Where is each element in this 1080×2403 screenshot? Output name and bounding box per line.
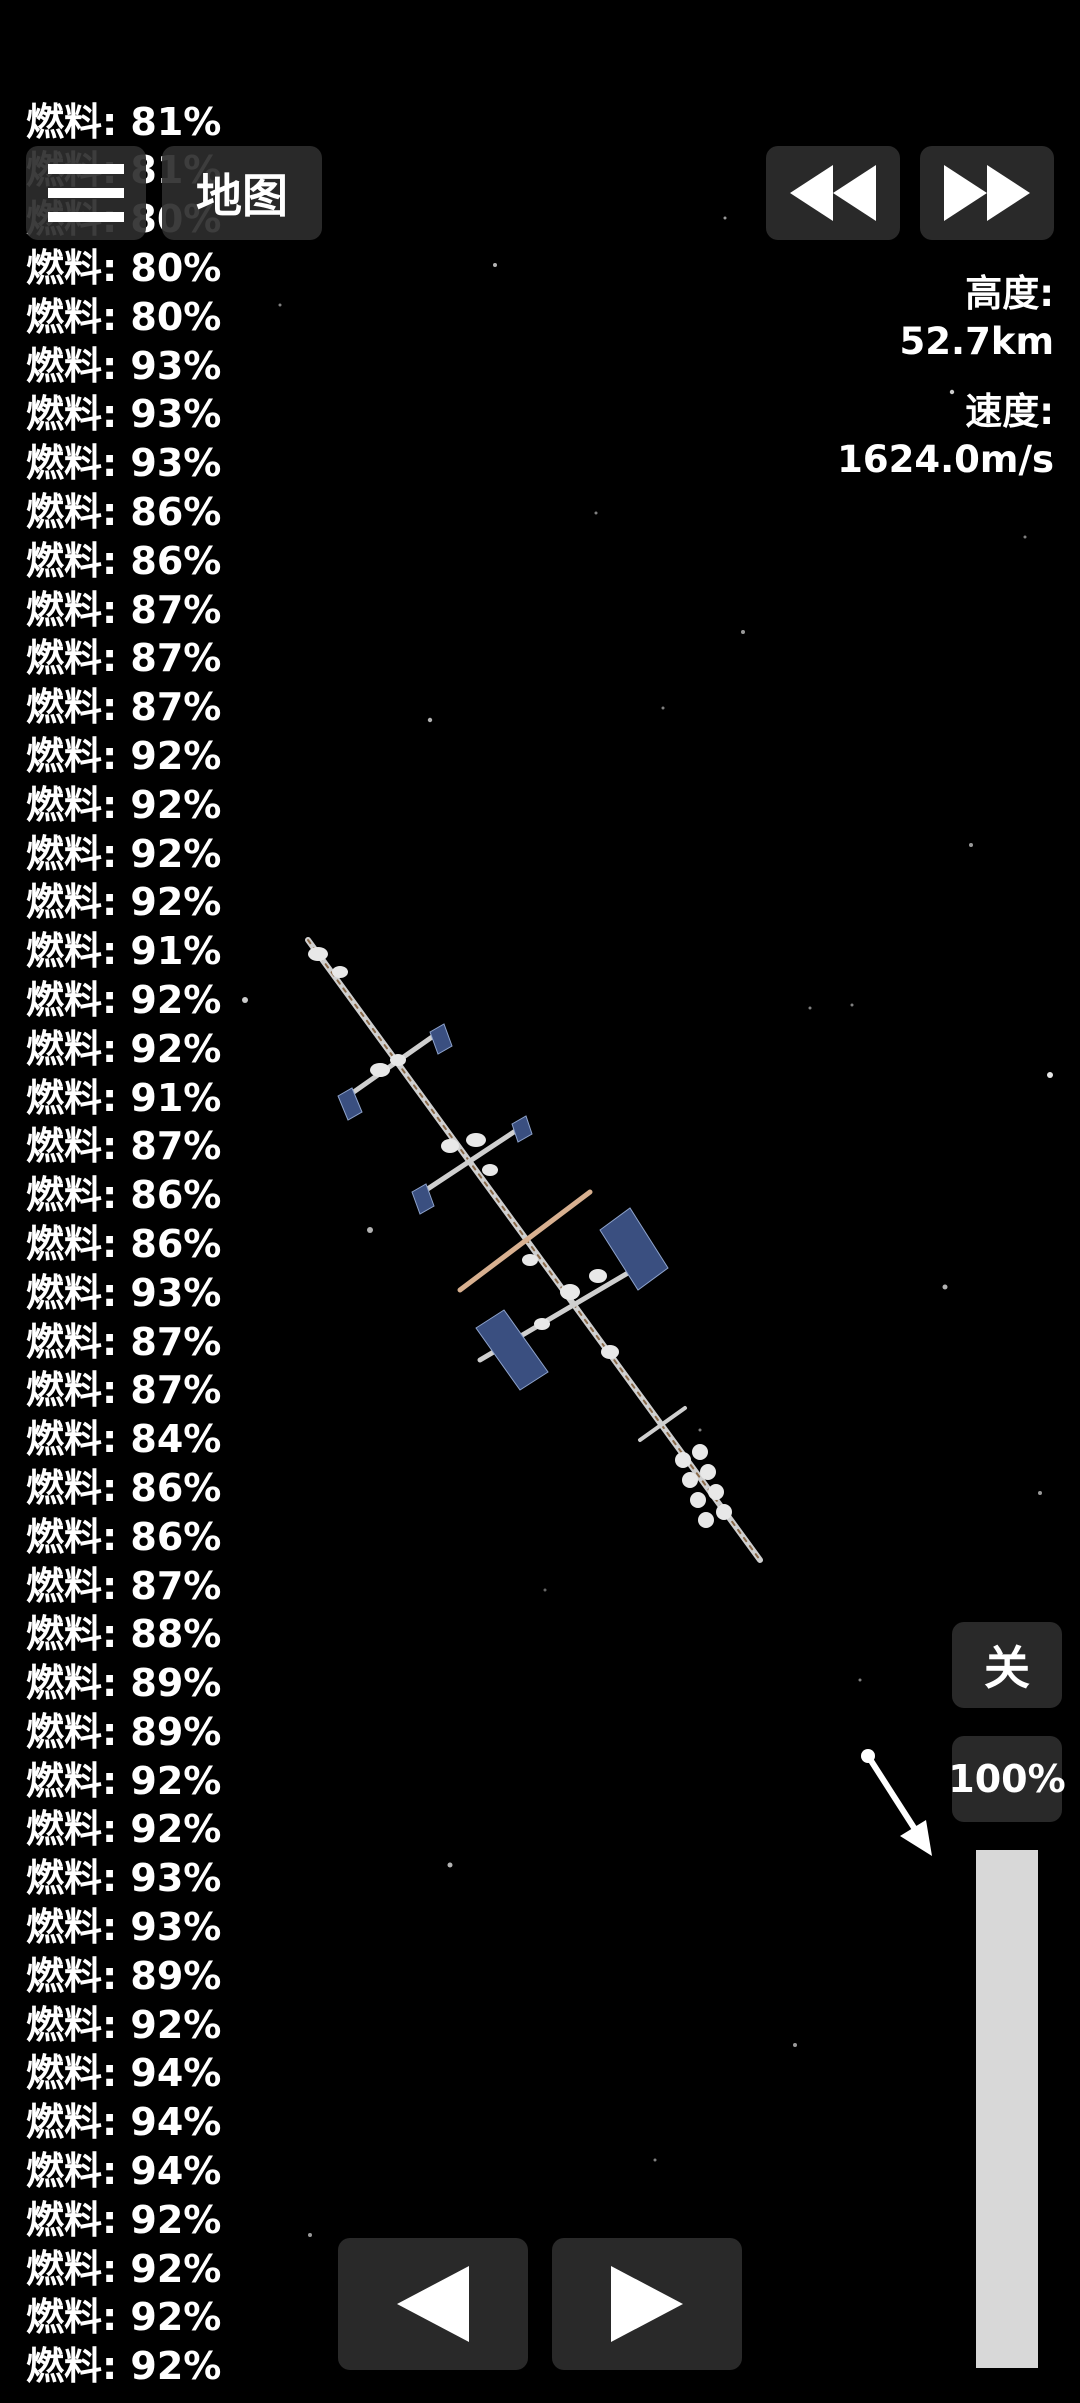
speed-value: 1624.0m/s <box>837 438 1054 481</box>
fuel-readout: 燃料: 86% <box>26 1173 222 1218</box>
fuel-readout: 燃料: 93% <box>26 1905 222 1950</box>
fuel-readout: 燃料: 94% <box>26 2149 222 2194</box>
fuel-readout: 燃料: 92% <box>26 2344 222 2389</box>
fuel-readout: 燃料: 86% <box>26 538 222 583</box>
rewind-icon <box>790 165 876 221</box>
speed-label: 速度: <box>965 390 1054 433</box>
fuel-readout: 燃料: 92% <box>26 1807 222 1852</box>
altitude-value: 52.7km <box>899 320 1054 363</box>
rotate-left-button[interactable] <box>338 2238 528 2370</box>
rotate-right-button[interactable] <box>552 2238 742 2370</box>
fuel-readout: 燃料: 89% <box>26 1953 222 1998</box>
altitude-readout: 高度: 52.7km <box>900 270 1054 366</box>
throttle-percent-button[interactable]: 100% <box>948 1736 1066 1822</box>
fuel-readout: 燃料: 92% <box>26 2295 222 2340</box>
fuel-readout: 燃料: 80% <box>26 294 222 339</box>
fuel-readout: 燃料: 87% <box>26 636 222 681</box>
space-station-craft <box>305 937 763 1563</box>
fuel-readout: 燃料: 80% <box>26 245 222 290</box>
fuel-readout: 燃料: 86% <box>26 489 222 534</box>
map-button[interactable]: 地图 <box>162 146 322 240</box>
fuel-readout: 燃料: 86% <box>26 1514 222 1559</box>
fuel-readout: 燃料: 92% <box>26 733 222 778</box>
speed-readout: 速度: 1624.0m/s <box>837 388 1054 484</box>
fuel-readout: 燃料: 93% <box>26 1270 222 1315</box>
fuel-readout: 燃料: 93% <box>26 1856 222 1901</box>
fuel-readout: 燃料: 92% <box>26 2246 222 2291</box>
fuel-readout: 燃料: 92% <box>26 1026 222 1071</box>
fuel-readout: 燃料: 92% <box>26 831 222 876</box>
fuel-readout: 燃料: 87% <box>26 685 222 730</box>
fuel-readout: 燃料: 93% <box>26 392 222 437</box>
fuel-readout: 燃料: 87% <box>26 1319 222 1364</box>
fast-forward-button[interactable] <box>920 146 1054 240</box>
fuel-readout: 燃料: 87% <box>26 587 222 632</box>
fuel-readout: 燃料: 88% <box>26 1612 222 1657</box>
hamburger-menu-icon <box>48 164 124 222</box>
fuel-readout: 燃料: 87% <box>26 1124 222 1169</box>
fuel-readout: 燃料: 92% <box>26 2197 222 2242</box>
altitude-label: 高度: <box>965 272 1054 315</box>
fuel-readout: 燃料: 92% <box>26 2002 222 2047</box>
fuel-readout: 燃料: 92% <box>26 1758 222 1803</box>
fuel-readout: 燃料: 91% <box>26 929 222 974</box>
fuel-readout: 燃料: 89% <box>26 1661 222 1706</box>
fuel-readout: 燃料: 84% <box>26 1417 222 1462</box>
triangle-right-icon <box>611 2266 683 2342</box>
fast-forward-icon <box>944 165 1030 221</box>
fuel-readout: 燃料: 94% <box>26 2051 222 2096</box>
fuel-readout-list: 燃料: 81%燃料: 81%燃料: 80%燃料: 80%燃料: 80%燃料: 9… <box>26 98 221 2391</box>
engine-toggle-button[interactable]: 关 <box>952 1622 1062 1708</box>
fuel-readout: 燃料: 94% <box>26 2100 222 2145</box>
fuel-readout: 燃料: 93% <box>26 441 222 486</box>
fuel-readout: 燃料: 92% <box>26 782 222 827</box>
fuel-readout-partial: 燃料: 81% <box>26 99 222 144</box>
fuel-readout: 燃料: 89% <box>26 1709 222 1754</box>
fuel-readout: 燃料: 91% <box>26 1075 222 1120</box>
fuel-readout: 燃料: 86% <box>26 1465 222 1510</box>
fuel-readout: 燃料: 87% <box>26 1563 222 1608</box>
fuel-readout: 燃料: 93% <box>26 343 222 388</box>
menu-button[interactable] <box>26 146 146 240</box>
throttle-slider[interactable] <box>976 1850 1038 2368</box>
fuel-readout: 燃料: 92% <box>26 977 222 1022</box>
fuel-readout: 燃料: 92% <box>26 880 222 925</box>
arrow-icon <box>861 1749 932 1856</box>
triangle-left-icon <box>397 2266 469 2342</box>
fuel-readout: 燃料: 87% <box>26 1368 222 1413</box>
fuel-readout: 燃料: 86% <box>26 1221 222 1266</box>
rewind-button[interactable] <box>766 146 900 240</box>
